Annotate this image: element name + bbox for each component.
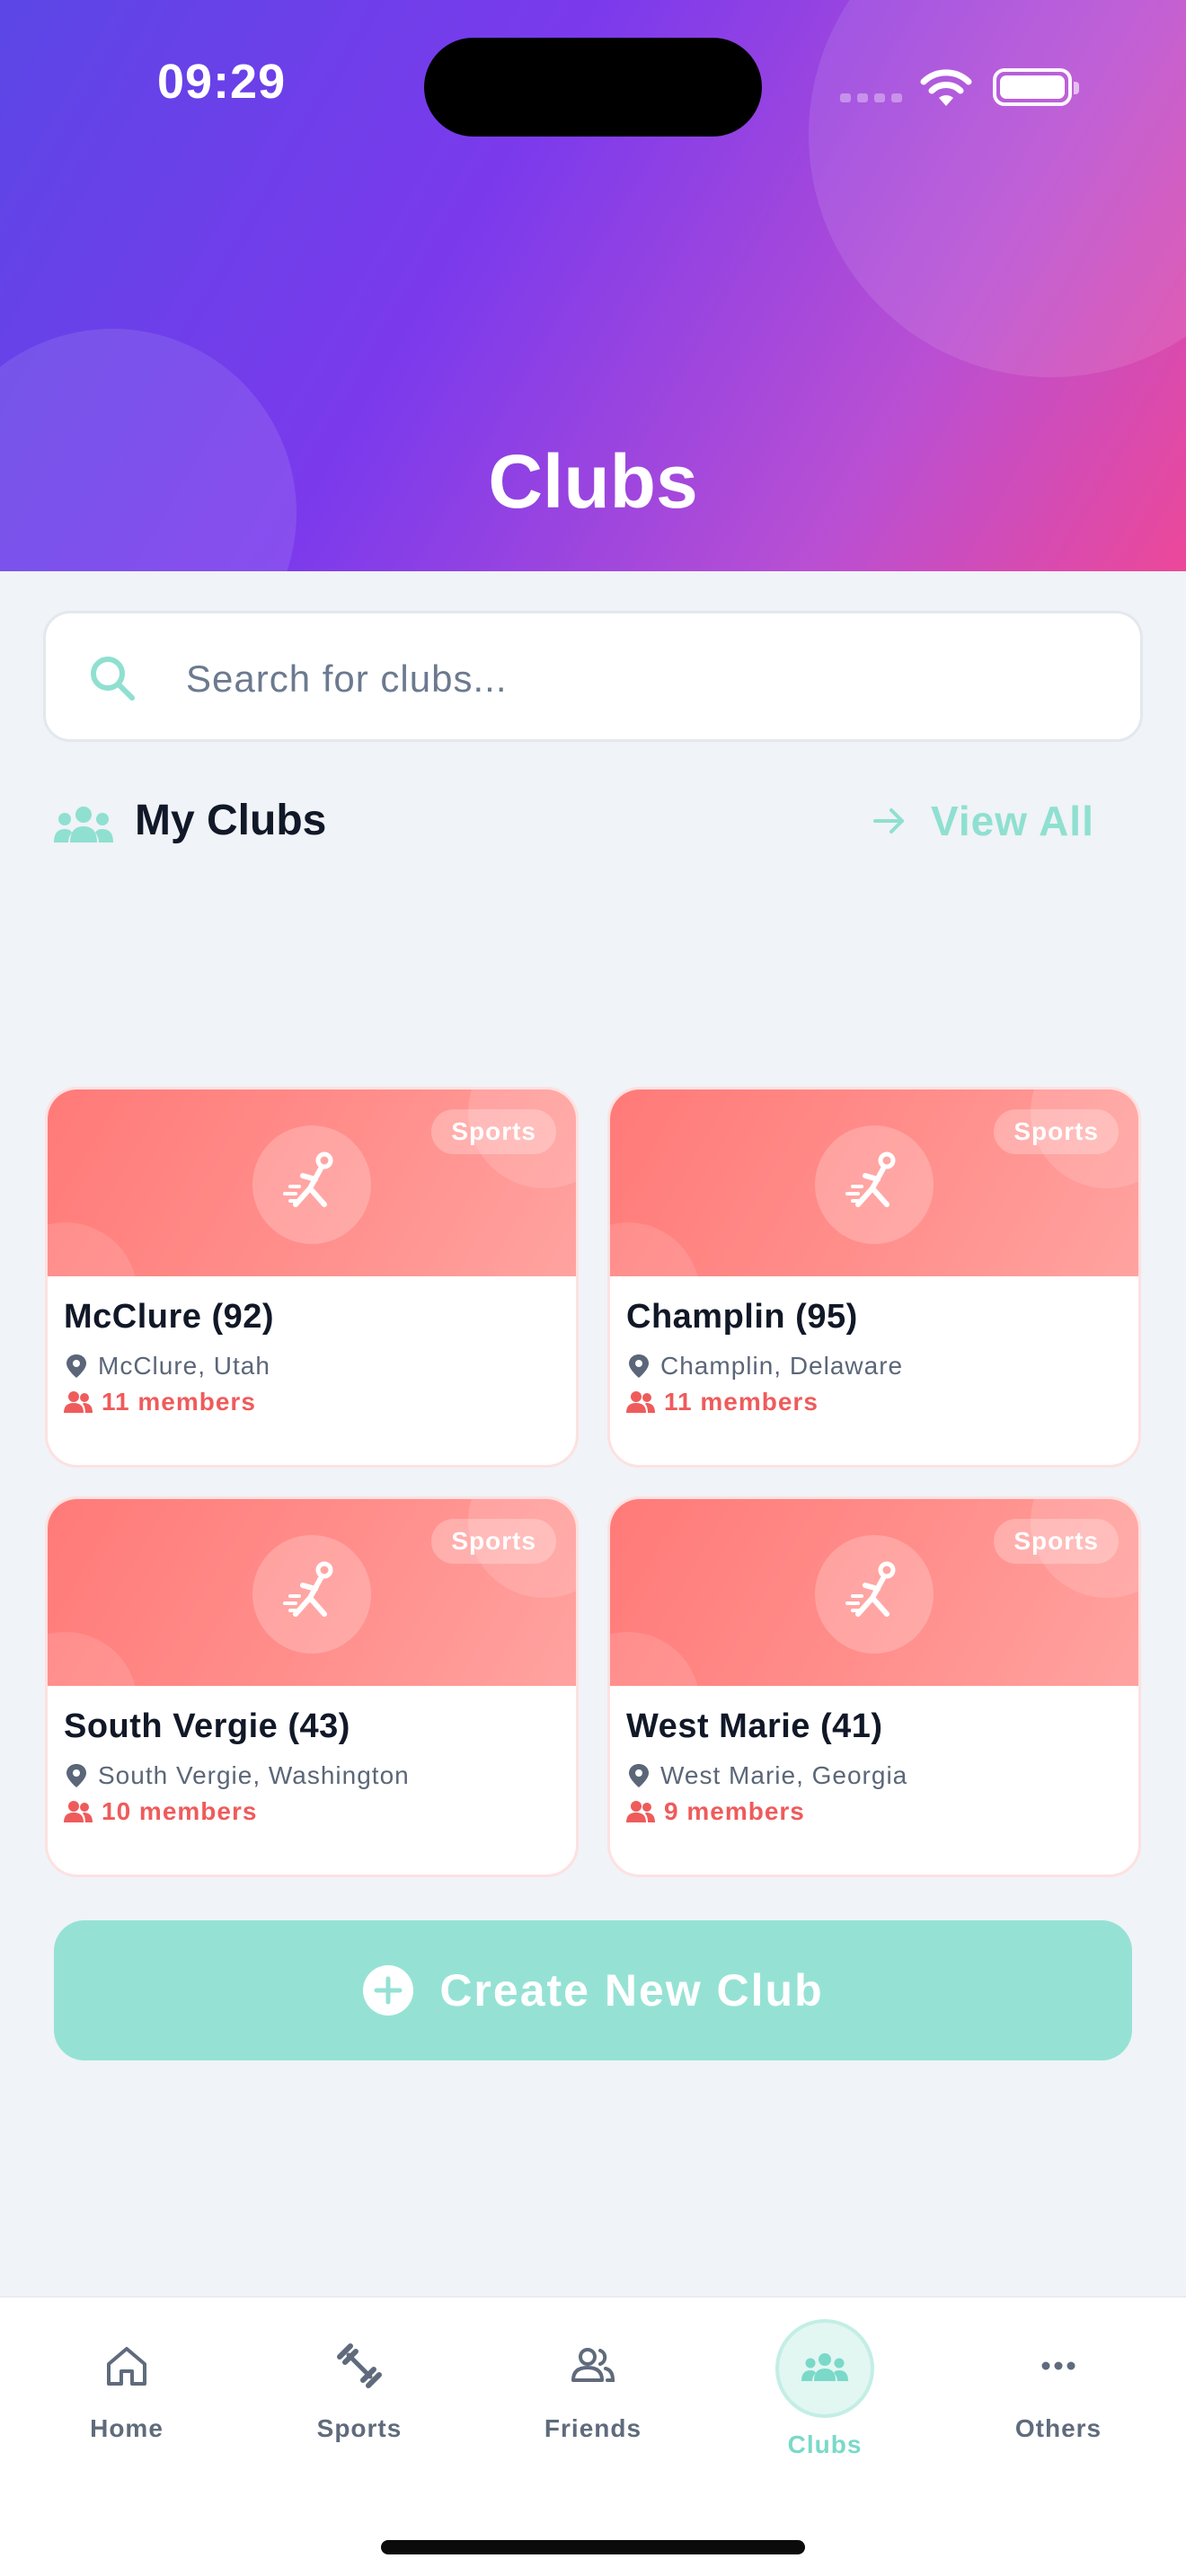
- decorative-bubble: [809, 0, 1186, 377]
- club-banner: Sports: [610, 1090, 1138, 1276]
- club-members-text: 9 members: [664, 1797, 805, 1825]
- members-icon: [64, 1391, 93, 1413]
- tab-label: Clubs: [787, 2430, 863, 2458]
- status-time: 09:29: [157, 55, 287, 109]
- tab-label: Home: [90, 2414, 164, 2442]
- category-tag: Sports: [994, 1519, 1119, 1564]
- members-icon: [626, 1391, 655, 1413]
- club-members: 11 members: [626, 1388, 819, 1416]
- create-club-button[interactable]: Create New Club: [54, 1920, 1132, 2060]
- club-banner: Sports: [48, 1090, 576, 1276]
- club-name: West Marie (41): [626, 1707, 883, 1745]
- club-members-text: 11 members: [664, 1388, 819, 1416]
- sport-badge: [252, 1125, 371, 1244]
- club-name: McClure (92): [64, 1298, 275, 1336]
- club-banner: Sports: [48, 1499, 576, 1686]
- club-members: 11 members: [64, 1388, 256, 1416]
- club-location-text: Champlin, Delaware: [660, 1352, 904, 1380]
- club-banner: Sports: [610, 1499, 1138, 1686]
- group-icon: [801, 2353, 848, 2381]
- tab-label: Sports: [316, 2414, 403, 2442]
- arrow-right-icon: [873, 808, 904, 834]
- club-name: Champlin (95): [626, 1298, 858, 1336]
- search-icon: [91, 657, 135, 701]
- more-icon: [1041, 2361, 1075, 2370]
- battery-icon: [993, 68, 1079, 106]
- members-icon: [64, 1801, 93, 1822]
- header: 09:29 Clubs: [0, 0, 1186, 571]
- search-input[interactable]: [186, 648, 1102, 710]
- location-pin-icon: [66, 1764, 86, 1787]
- tab-others[interactable]: Others: [969, 2298, 1148, 2513]
- club-location: McClure, Utah: [64, 1352, 270, 1381]
- location-pin-icon: [629, 1354, 649, 1378]
- location-pin-icon: [66, 1354, 86, 1378]
- club-location-text: South Vergie, Washington: [98, 1761, 410, 1789]
- members-icon: [626, 1801, 655, 1822]
- group-icon: [54, 807, 113, 842]
- running-person-icon: [845, 1151, 896, 1207]
- tab-friends[interactable]: Friends: [503, 2298, 683, 2513]
- friends-icon: [571, 2348, 615, 2382]
- home-indicator: [381, 2540, 805, 2554]
- club-members: 10 members: [64, 1797, 257, 1826]
- category-tag: Sports: [431, 1519, 556, 1564]
- tab-bar: Home Sports Friends Clubs Others: [0, 2296, 1186, 2576]
- category-tag: Sports: [431, 1109, 556, 1154]
- club-location-text: McClure, Utah: [98, 1352, 270, 1380]
- tab-sports[interactable]: Sports: [270, 2298, 449, 2513]
- home-icon: [107, 2347, 146, 2386]
- club-location: South Vergie, Washington: [64, 1761, 410, 1790]
- club-location: Champlin, Delaware: [626, 1352, 903, 1381]
- sport-badge: [815, 1125, 934, 1244]
- club-card[interactable]: Sports South Vergie (43) South Vergie, W…: [45, 1496, 579, 1877]
- club-members: 9 members: [626, 1797, 805, 1826]
- sport-badge: [252, 1535, 371, 1654]
- plus-circle-icon: [363, 1965, 414, 2016]
- tab-label: Others: [1014, 2414, 1102, 2442]
- view-all-label: View All: [931, 798, 1094, 844]
- dumbbell-icon: [337, 2343, 382, 2388]
- sport-badge: [815, 1535, 934, 1654]
- tab-home[interactable]: Home: [37, 2298, 217, 2513]
- page-title: Clubs: [488, 439, 698, 524]
- club-location-text: West Marie, Georgia: [660, 1761, 908, 1789]
- club-card[interactable]: Sports West Marie (41) West Marie, Georg…: [607, 1496, 1141, 1877]
- wifi-icon: [920, 69, 972, 106]
- search-bar[interactable]: [43, 611, 1143, 742]
- create-club-label: Create New Club: [439, 1965, 824, 2016]
- dynamic-island: [424, 38, 762, 137]
- club-card[interactable]: Sports Champlin (95) Champlin, Delaware …: [607, 1087, 1141, 1468]
- club-card[interactable]: Sports McClure (92) McClure, Utah 11 mem…: [45, 1087, 579, 1468]
- club-members-text: 10 members: [102, 1797, 258, 1825]
- cellular-signal-icon: [840, 93, 902, 102]
- running-person-icon: [283, 1561, 333, 1617]
- club-location: West Marie, Georgia: [626, 1761, 907, 1790]
- category-tag: Sports: [994, 1109, 1119, 1154]
- club-name: South Vergie (43): [64, 1707, 350, 1745]
- running-person-icon: [845, 1561, 896, 1617]
- view-all-link[interactable]: View All: [872, 794, 1094, 848]
- tab-clubs[interactable]: Clubs: [735, 2298, 915, 2513]
- club-members-text: 11 members: [102, 1388, 256, 1416]
- tab-label: Friends: [544, 2414, 642, 2442]
- running-person-icon: [283, 1151, 333, 1207]
- location-pin-icon: [629, 1764, 649, 1787]
- section-title: My Clubs: [135, 797, 327, 844]
